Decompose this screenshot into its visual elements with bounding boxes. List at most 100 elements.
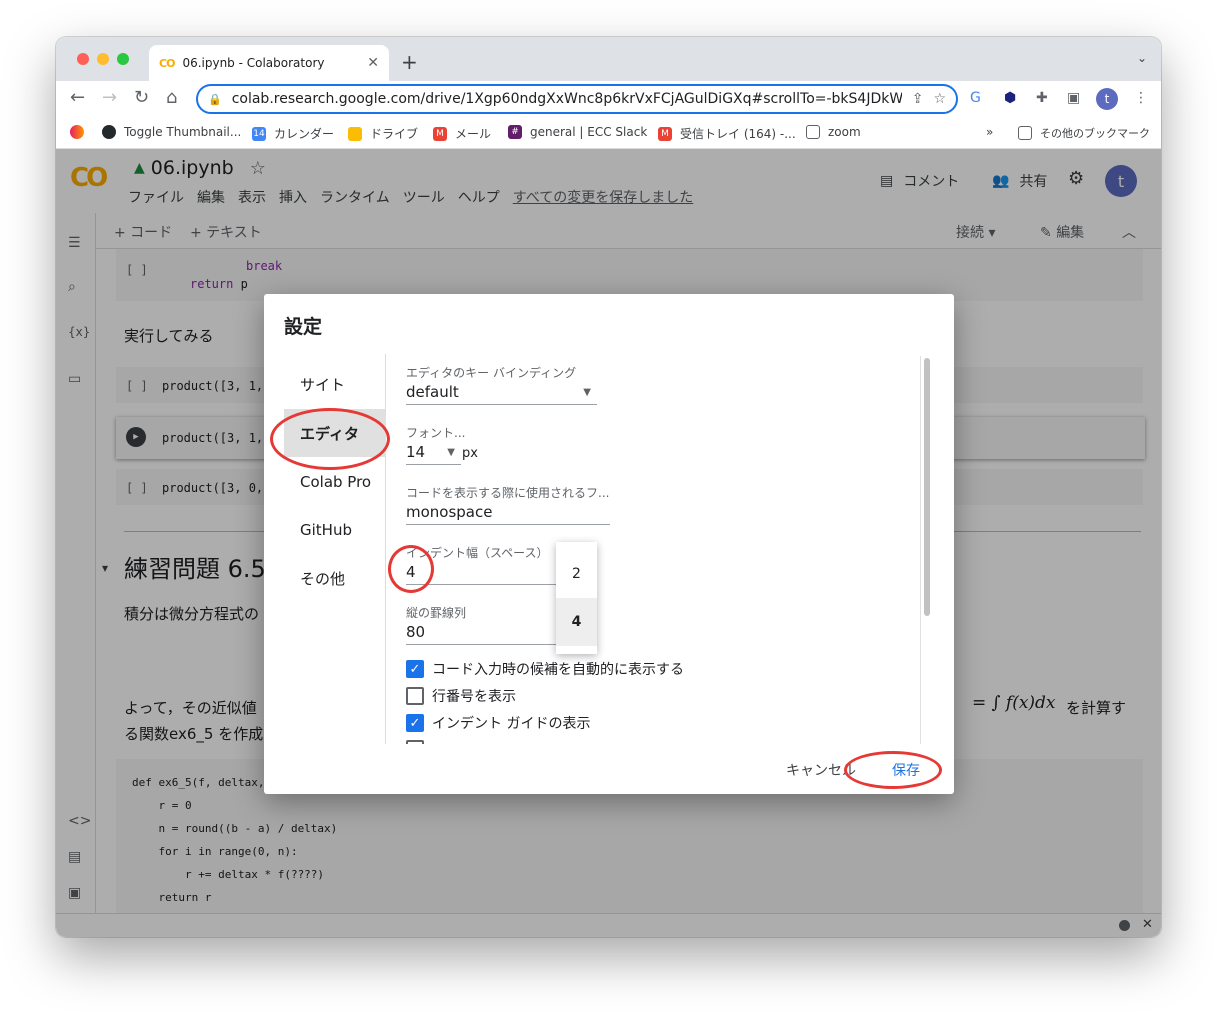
save-button[interactable]: 保存: [892, 760, 920, 780]
browser-tab[interactable]: CO 06.ipynb - Colaboratory ✕: [149, 45, 389, 81]
folder-icon: [806, 125, 820, 139]
bookmark-item[interactable]: zoom: [806, 125, 861, 139]
bookmark-item[interactable]: 14 カレンダー: [252, 125, 334, 142]
indent-value: 4: [406, 563, 416, 581]
address-bar[interactable]: 🔒 colab.research.google.com/drive/1Xgp60…: [196, 84, 958, 114]
ruler-input[interactable]: 80: [406, 623, 556, 645]
nav-site[interactable]: サイト: [284, 360, 386, 408]
indent-option-4[interactable]: 4: [556, 598, 597, 646]
cancel-button[interactable]: キャンセル: [786, 760, 856, 780]
bookmark-label: zoom: [828, 125, 861, 139]
checkbox-label: コード入力時の候補を自動的に表示する: [432, 662, 684, 678]
indent-guides-checkbox-row[interactable]: ✓ インデント ガイドの表示: [406, 713, 590, 733]
font-unit: px: [462, 446, 478, 461]
checkbox-label: インデント ガイドの表示: [432, 716, 591, 732]
line-numbers-checkbox-row[interactable]: 行番号を表示: [406, 686, 516, 706]
bookmark-label: ドライブ: [370, 127, 419, 141]
forward-icon[interactable]: →: [102, 87, 117, 108]
cloud-icon: [70, 125, 84, 139]
font-size-select[interactable]: 14 ▼: [406, 443, 461, 465]
dialog-title: 設定: [284, 316, 323, 338]
nav-editor[interactable]: エディタ: [284, 409, 386, 457]
side-panel-icon[interactable]: ▣: [1067, 90, 1080, 106]
lock-icon: 🔒: [208, 92, 222, 106]
bookmark-item[interactable]: ドライブ: [348, 125, 418, 142]
gmail-icon: M: [433, 126, 447, 141]
bookmark-item[interactable]: Toggle Thumbnail...: [102, 125, 241, 139]
extensions-puzzle-icon[interactable]: ✚: [1036, 90, 1048, 106]
bookmark-label: 受信トレイ (164) -...: [680, 127, 796, 141]
indent-dropdown-menu: 2 4: [556, 542, 597, 654]
browser-menu-icon[interactable]: ⋮: [1134, 90, 1148, 106]
nav-colab-pro[interactable]: Colab Pro: [284, 458, 386, 506]
settings-dialog: 設定 サイト エディタ Colab Pro GitHub その他 エディタのキー…: [264, 294, 954, 794]
code-font-value: monospace: [406, 503, 493, 521]
bookmark-label: メール: [455, 127, 492, 141]
folder-icon: [1018, 126, 1032, 140]
drive-icon: [348, 126, 362, 141]
slack-icon: #: [508, 125, 522, 139]
partial-checkbox[interactable]: [406, 740, 424, 744]
dropdown-arrow-icon: ▼: [447, 447, 455, 458]
colab-favicon-icon: CO: [159, 56, 175, 70]
tab-search-icon[interactable]: ⌄: [1137, 51, 1147, 65]
keybinding-label: エディタのキー バインディング: [406, 366, 577, 380]
settings-body: エディタのキー バインディング default ▼ フォント... 14 ▼ p…: [406, 354, 920, 744]
close-window-button[interactable]: [77, 53, 89, 65]
profile-avatar[interactable]: t: [1096, 88, 1118, 110]
nav-other[interactable]: その他: [284, 554, 386, 602]
font-size-value: 14: [406, 443, 426, 461]
dialog-actions: キャンセル 保存: [786, 760, 934, 780]
tab-title: 06.ipynb - Colaboratory: [182, 56, 325, 70]
keybinding-select[interactable]: default ▼: [406, 383, 597, 405]
checkbox-label: 行番号を表示: [432, 689, 516, 705]
extension-hex-icon[interactable]: ⬢: [1004, 90, 1016, 106]
more-bookmarks-icon[interactable]: »: [986, 125, 993, 139]
settings-nav: サイト エディタ Colab Pro GitHub その他: [284, 354, 386, 744]
font-label: フォント...: [406, 426, 466, 440]
share-icon[interactable]: ⇪: [912, 91, 924, 107]
bookmark-label: Toggle Thumbnail...: [124, 125, 242, 139]
back-icon[interactable]: ←: [70, 87, 85, 108]
bookmarks-bar: Toggle Thumbnail... 14 カレンダー ドライブ M メール # g…: [56, 117, 1161, 149]
settings-scrollbar[interactable]: [920, 356, 932, 744]
scrollbar-thumb[interactable]: [924, 358, 930, 616]
bookmark-item[interactable]: M 受信トレイ (164) -...: [658, 125, 796, 142]
gmail-icon: M: [658, 126, 672, 141]
ruler-label: 縦の罫線列: [406, 606, 467, 620]
indent-guides-checkbox[interactable]: ✓: [406, 714, 424, 732]
dropdown-arrow-icon: ▼: [583, 387, 591, 398]
indent-option-2[interactable]: 2: [556, 550, 597, 598]
bookmark-label: general | ECC Slack: [530, 125, 648, 139]
browser-toolbar: ← → ↻ ⌂ 🔒 colab.research.google.com/driv…: [56, 81, 1161, 117]
bookmark-star-icon[interactable]: ☆: [933, 91, 946, 107]
tab-strip: CO 06.ipynb - Colaboratory ✕ + ⌄: [56, 37, 1161, 81]
minimize-window-button[interactable]: [97, 53, 109, 65]
github-icon: [102, 125, 116, 139]
reload-icon[interactable]: ↻: [134, 87, 149, 108]
home-icon[interactable]: ⌂: [166, 87, 177, 108]
bookmark-cloud[interactable]: [70, 125, 92, 139]
autocomplete-checkbox[interactable]: ✓: [406, 660, 424, 678]
calendar-icon: 14: [252, 126, 266, 141]
partial-checkbox-row[interactable]: [406, 740, 432, 744]
bookmark-label: その他のブックマーク: [1040, 127, 1150, 140]
nav-github[interactable]: GitHub: [284, 506, 386, 554]
keybinding-value: default: [406, 383, 459, 401]
maximize-window-button[interactable]: [117, 53, 129, 65]
bookmark-item[interactable]: # general | ECC Slack: [508, 125, 647, 139]
autocomplete-checkbox-row[interactable]: ✓ コード入力時の候補を自動的に表示する: [406, 659, 684, 679]
bookmark-item[interactable]: M メール: [433, 125, 491, 142]
new-tab-button[interactable]: +: [401, 50, 418, 74]
translate-extension-icon[interactable]: G: [970, 90, 981, 106]
url-text: colab.research.google.com/drive/1Xgp60nd…: [231, 91, 902, 107]
indent-select[interactable]: 4: [406, 563, 556, 585]
close-tab-icon[interactable]: ✕: [367, 55, 379, 71]
indent-label: インデント幅（スペース）: [406, 546, 549, 560]
bookmark-label: カレンダー: [274, 127, 335, 141]
code-font-input[interactable]: monospace: [406, 503, 610, 525]
ruler-value: 80: [406, 623, 426, 641]
code-font-label: コードを表示する際に使用されるフ...: [406, 486, 610, 500]
line-numbers-checkbox[interactable]: [406, 687, 424, 705]
bookmark-item[interactable]: その他のブックマーク: [1018, 125, 1150, 141]
